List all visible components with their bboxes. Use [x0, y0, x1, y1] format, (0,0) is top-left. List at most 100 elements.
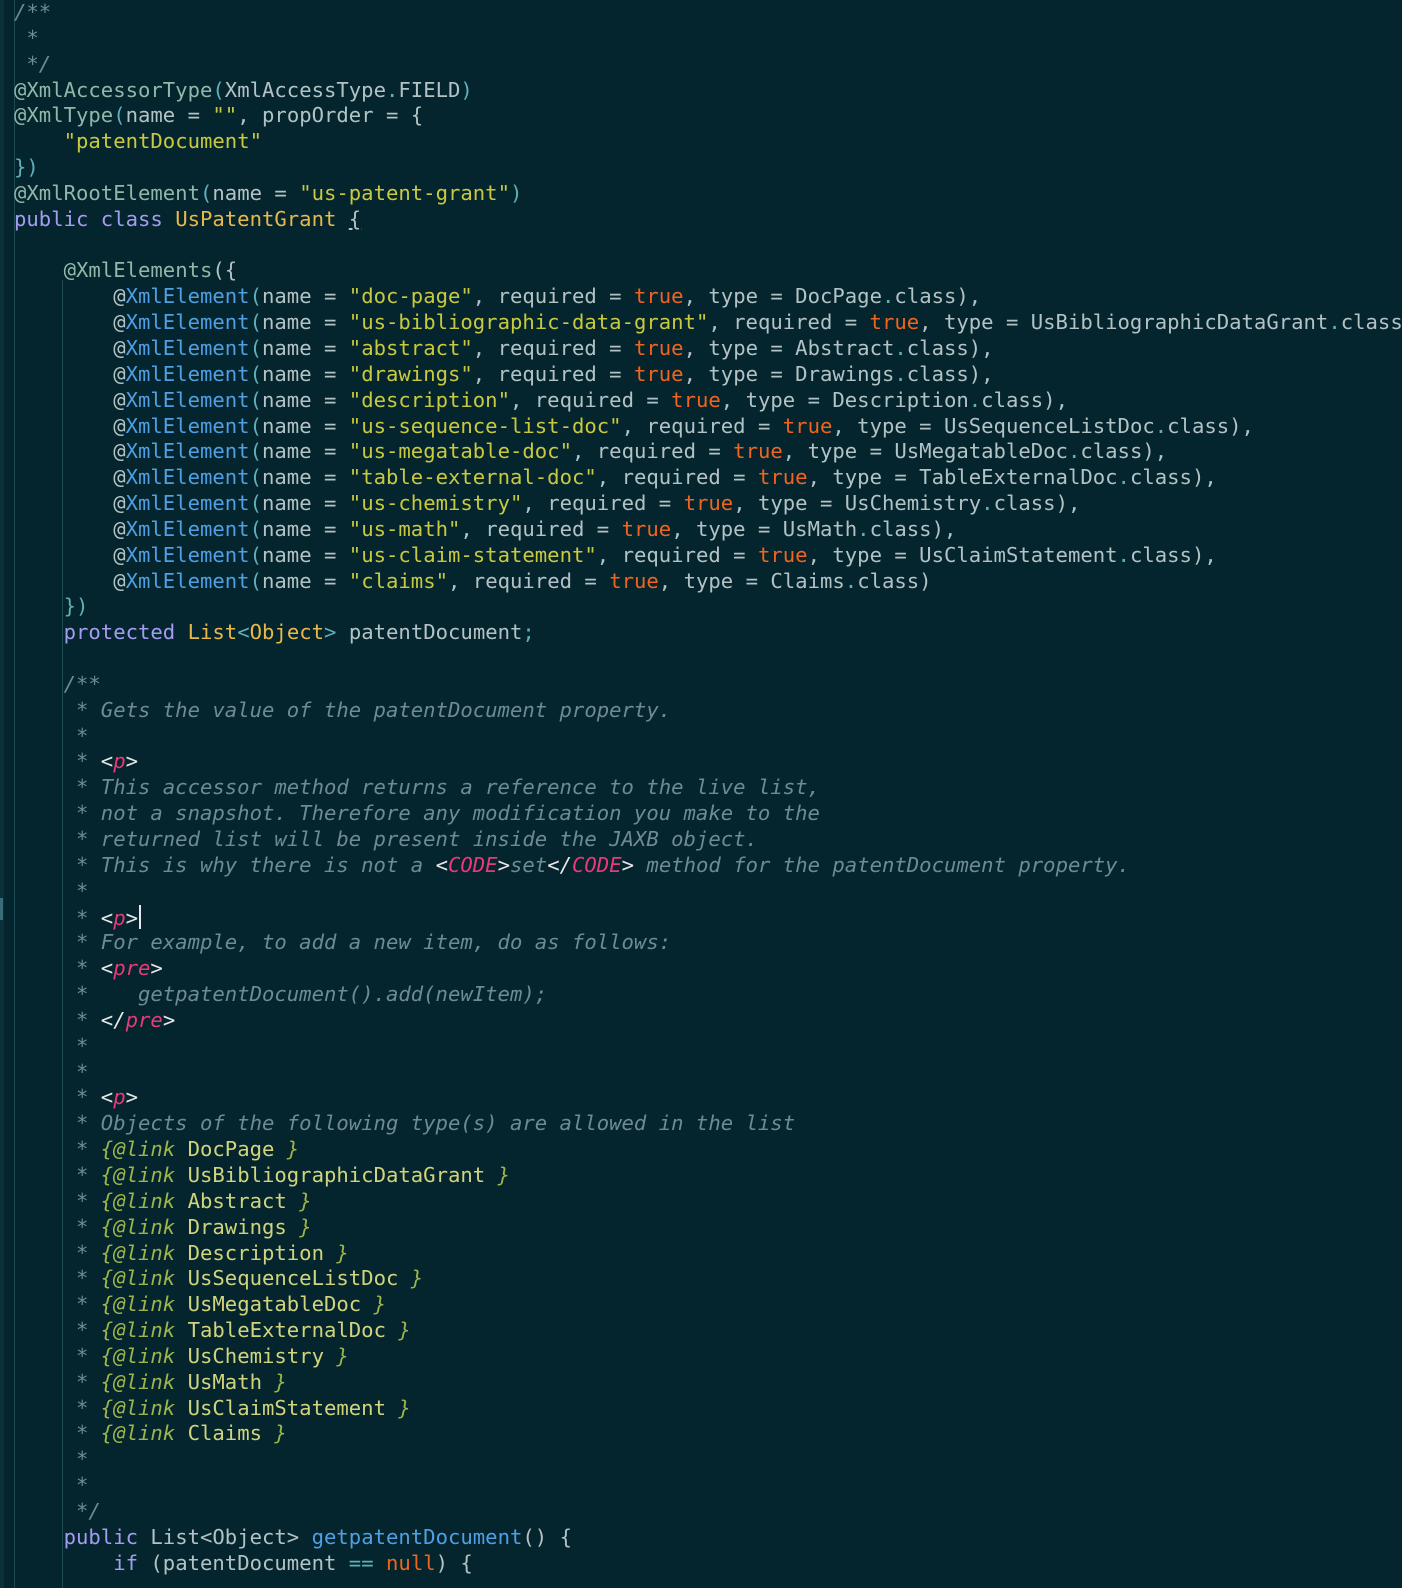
code-line[interactable]: @XmlElement(name = "us-bibliographic-dat…: [0, 310, 1402, 336]
code-line[interactable]: *: [0, 1060, 1402, 1086]
code-token: *: [14, 1059, 89, 1084]
code-line[interactable]: @XmlElement(name = "us-megatable-doc", r…: [0, 439, 1402, 465]
code-line[interactable]: * This accessor method returns a referen…: [0, 775, 1402, 801]
code-token: name =: [262, 413, 349, 438]
code-token: name =: [262, 542, 349, 567]
code-line[interactable]: * {@link UsSequenceListDoc }: [0, 1266, 1402, 1292]
code-token: p: [113, 1085, 126, 1110]
code-line[interactable]: * {@link Drawings }: [0, 1215, 1402, 1241]
code-line[interactable]: [0, 233, 1402, 259]
code-token: }: [361, 1292, 386, 1317]
code-token: "doc-page": [348, 284, 473, 309]
code-token: protected: [63, 620, 188, 645]
code-line[interactable]: * </pre>: [0, 1008, 1402, 1034]
code-line[interactable]: * <p>: [0, 904, 1402, 931]
code-token: class),: [981, 387, 1068, 412]
code-line[interactable]: /**: [0, 672, 1402, 698]
code-line[interactable]: @XmlElements({: [0, 258, 1402, 284]
code-line[interactable]: *: [0, 879, 1402, 905]
code-token: class),: [906, 335, 994, 360]
code-token: * not a snapshot. Therefore any modifica…: [14, 801, 820, 826]
code-token: "us-patent-grant": [299, 180, 510, 205]
code-line[interactable]: protected List<Object> patentDocument;: [0, 620, 1402, 646]
code-line[interactable]: * Gets the value of the patentDocument p…: [0, 698, 1402, 724]
code-token: public: [63, 1524, 151, 1549]
code-line[interactable]: @XmlElement(name = "us-claim-statement",…: [0, 543, 1402, 569]
code-line[interactable]: *: [0, 724, 1402, 750]
code-line[interactable]: @XmlElement(name = "us-chemistry", requi…: [0, 491, 1402, 517]
code-line[interactable]: @XmlElement(name = "us-sequence-list-doc…: [0, 414, 1402, 440]
code-line[interactable]: * <pre>: [0, 956, 1402, 982]
code-line[interactable]: * {@link UsBibliographicDataGrant }: [0, 1163, 1402, 1189]
code-token: UsPatentGrant: [175, 206, 337, 231]
code-token: (: [249, 568, 262, 593]
code-line[interactable]: *: [0, 1447, 1402, 1473]
code-token: ): [509, 180, 523, 205]
code-line[interactable]: * {@link Claims }: [0, 1421, 1402, 1447]
code-line[interactable]: *: [0, 1473, 1402, 1499]
code-line[interactable]: * {@link UsMath }: [0, 1370, 1402, 1396]
code-line[interactable]: @XmlElement(name = "drawings", required …: [0, 362, 1402, 388]
code-token: , required =: [596, 465, 758, 490]
code-line[interactable]: * {@link Abstract }: [0, 1189, 1402, 1215]
code-token: *: [14, 1188, 101, 1213]
code-token: * Objects of the following type(s) are a…: [14, 1111, 796, 1136]
code-line[interactable]: * {@link UsMegatableDoc }: [0, 1292, 1402, 1318]
code-token: >: [150, 956, 163, 981]
code-line[interactable]: * {@link Description }: [0, 1241, 1402, 1267]
code-editor[interactable]: /** * */@XmlAccessorType(XmlAccessType.F…: [0, 0, 1402, 1588]
code-line[interactable]: * getpatentDocument().add(newItem);: [0, 982, 1402, 1008]
code-token: name =: [125, 103, 213, 128]
code-line[interactable]: * returned list will be present inside t…: [0, 827, 1402, 853]
code-line[interactable]: * For example, to add a new item, do as …: [0, 930, 1402, 956]
code-token: List<Object>: [150, 1524, 312, 1549]
code-line[interactable]: * not a snapshot. Therefore any modifica…: [0, 801, 1402, 827]
code-token: class),: [1129, 465, 1217, 490]
code-line[interactable]: * This is why there is not a <CODE>set</…: [0, 853, 1402, 879]
code-token: .: [881, 284, 895, 309]
code-line[interactable]: @XmlElement(name = "abstract", required …: [0, 336, 1402, 362]
code-token: public class: [14, 206, 176, 231]
code-line[interactable]: }): [0, 155, 1402, 181]
code-line[interactable]: * {@link UsClaimStatement }: [0, 1396, 1402, 1422]
code-line[interactable]: * {@link TableExternalDoc }: [0, 1318, 1402, 1344]
code-line[interactable]: public class UsPatentGrant {: [0, 207, 1402, 233]
code-line[interactable]: * <p>: [0, 1085, 1402, 1111]
code-line[interactable]: [0, 646, 1402, 672]
code-line[interactable]: @XmlType(name = "", propOrder = {: [0, 103, 1402, 129]
code-token: "abstract": [348, 335, 473, 360]
code-line[interactable]: }): [0, 594, 1402, 620]
code-line[interactable]: @XmlRootElement(name = "us-patent-grant"…: [0, 181, 1402, 207]
code-token: , required =: [509, 387, 672, 412]
code-line[interactable]: if (patentDocument == null) {: [0, 1551, 1402, 1577]
code-line[interactable]: * {@link UsChemistry }: [0, 1344, 1402, 1370]
code-token: (: [212, 77, 225, 102]
code-line[interactable]: @XmlElement(name = "doc-page", required …: [0, 284, 1402, 310]
code-line[interactable]: @XmlAccessorType(XmlAccessType.FIELD): [0, 78, 1402, 104]
code-line[interactable]: * <p>: [0, 749, 1402, 775]
code-line[interactable]: @XmlElement(name = "us-math", required =…: [0, 517, 1402, 543]
code-token: (: [249, 284, 262, 309]
code-line[interactable]: public List<Object> getpatentDocument() …: [0, 1525, 1402, 1551]
code-token: }): [14, 155, 39, 180]
code-line[interactable]: /**: [0, 0, 1402, 26]
code-token: true: [757, 465, 808, 490]
code-token: ): [460, 77, 473, 102]
code-line[interactable]: */: [0, 1499, 1402, 1525]
code-line[interactable]: * {@link DocPage }: [0, 1137, 1402, 1163]
code-line[interactable]: */: [0, 52, 1402, 78]
code-token: @: [14, 284, 126, 309]
code-line[interactable]: @XmlElement(name = "claims", required = …: [0, 569, 1402, 595]
code-token: FIELD: [398, 77, 461, 102]
code-line[interactable]: *: [0, 26, 1402, 52]
code-token: {@link: [100, 1318, 188, 1343]
code-line[interactable]: "patentDocument": [0, 129, 1402, 155]
code-line[interactable]: *: [0, 1034, 1402, 1060]
code-line[interactable]: @XmlElement(name = "description", requir…: [0, 388, 1402, 414]
code-token: @: [14, 361, 126, 386]
code-token: , propOrder = {: [237, 103, 424, 128]
code-line[interactable]: * Objects of the following type(s) are a…: [0, 1111, 1402, 1137]
code-token: if: [113, 1550, 151, 1575]
code-line[interactable]: @XmlElement(name = "table-external-doc",…: [0, 465, 1402, 491]
